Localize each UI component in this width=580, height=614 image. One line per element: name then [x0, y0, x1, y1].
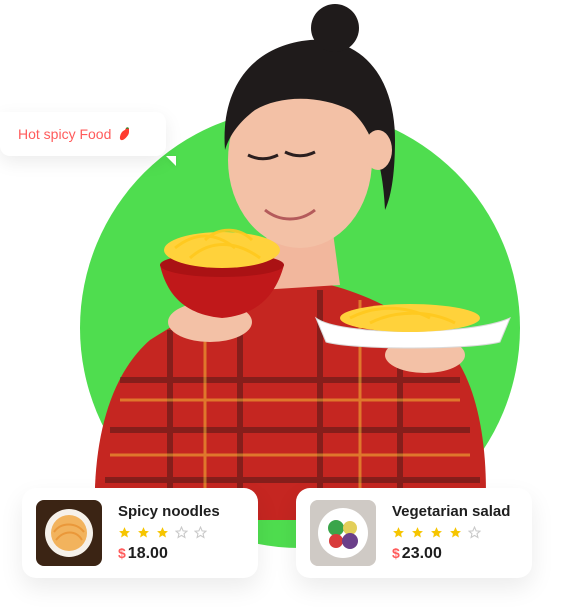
star-filled-icon [138, 527, 149, 538]
price-value: 23.00 [401, 545, 442, 562]
salad-thumbnail-icon [310, 500, 376, 566]
noodles-thumbnail-icon [36, 500, 102, 566]
product-name: Spicy noodles [118, 503, 220, 520]
noodles-thumbnail [36, 500, 102, 566]
product-details: Spicy noodles $ 18.00 [118, 503, 220, 563]
star-filled-icon [119, 527, 130, 538]
star-filled-icon [431, 527, 442, 538]
product-details: Vegetarian salad $ 23.00 [392, 503, 510, 563]
product-price: $ 18.00 [118, 545, 220, 563]
star-outline-icon [194, 526, 207, 539]
salad-thumbnail [310, 500, 376, 566]
star-filled-icon [412, 527, 423, 538]
badge-text: Hot spicy Food [18, 126, 112, 142]
product-card-vegetarian-salad[interactable]: Vegetarian salad $ 23.00 [296, 488, 532, 578]
star-filled-icon [157, 527, 168, 538]
hero-section: Hot spicy Food Spicy noodles $ 18.00 Veg… [0, 0, 580, 614]
star-outline-icon [468, 526, 481, 539]
rating-stars [392, 526, 510, 539]
chili-icon [120, 127, 130, 141]
rating-stars [118, 526, 220, 539]
product-name: Vegetarian salad [392, 503, 511, 520]
hot-spicy-food-badge: Hot spicy Food [0, 112, 166, 156]
price-value: 18.00 [127, 545, 168, 562]
currency-symbol: $ [118, 545, 126, 561]
product-card-spicy-noodles[interactable]: Spicy noodles $ 18.00 [22, 488, 258, 578]
star-outline-icon [175, 526, 188, 539]
currency-symbol: $ [392, 545, 400, 561]
star-filled-icon [450, 527, 461, 538]
star-filled-icon [393, 527, 404, 538]
product-price: $ 23.00 [392, 545, 510, 563]
